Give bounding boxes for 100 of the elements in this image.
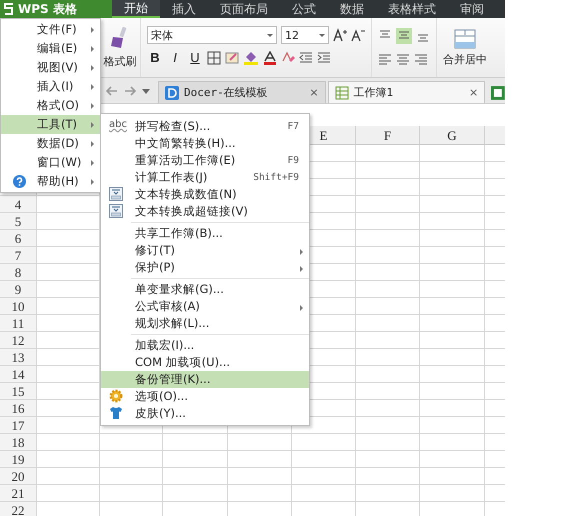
- table-cell: [163, 451, 228, 468]
- cell-style-icon[interactable]: [225, 50, 239, 64]
- document-icon: [109, 187, 123, 201]
- menu-item[interactable]: 公式审核(A): [101, 298, 309, 315]
- table-cell: [420, 400, 485, 417]
- table-cell: [228, 468, 292, 485]
- format-painter-button[interactable]: 格式刷: [100, 18, 140, 77]
- row-header: 17: [0, 417, 37, 434]
- menu-item[interactable]: 选项(O)...: [101, 388, 309, 405]
- ribbon-tab[interactable]: 审阅: [448, 0, 496, 18]
- menu-item[interactable]: 修订(T): [101, 242, 309, 259]
- menu-item[interactable]: 单变量求解(G)...: [101, 281, 309, 298]
- menu-item[interactable]: 视图(V): [1, 58, 100, 77]
- table-cell: [356, 196, 420, 213]
- table-cell: [228, 451, 292, 468]
- dropdown-icon[interactable]: [142, 88, 150, 94]
- align-right-icon[interactable]: [414, 52, 428, 66]
- menu-item[interactable]: 插入(I): [1, 77, 100, 96]
- table-cell: [356, 366, 420, 383]
- merge-center-button[interactable]: 合并居中: [436, 18, 493, 77]
- table-cell: [292, 468, 356, 485]
- menu-item[interactable]: 文本转换成超链接(V): [101, 203, 309, 220]
- menu-item[interactable]: 计算工作表(J) Shift+F9: [101, 169, 309, 186]
- indent-decrease-icon[interactable]: [299, 50, 313, 64]
- font-color-icon[interactable]: [263, 50, 277, 64]
- ribbon-tab[interactable]: 开始: [112, 0, 160, 18]
- submenu-arrow-icon: [91, 65, 94, 71]
- app-menu-button[interactable]: WPS 表格: [0, 0, 112, 18]
- table-cell: [420, 366, 485, 383]
- table-cell: [420, 451, 485, 468]
- menu-item[interactable]: 保护(P): [101, 259, 309, 276]
- align-left-icon[interactable]: [378, 52, 392, 66]
- submenu-arrow-icon: [91, 103, 94, 109]
- table-cell: [420, 298, 485, 315]
- menu-item[interactable]: 加载宏(I)...: [101, 337, 309, 354]
- menu-item[interactable]: 备份管理(K)...: [101, 371, 309, 388]
- align-middle-icon[interactable]: [396, 28, 412, 44]
- table-cell: [420, 247, 485, 264]
- align-center-icon[interactable]: [396, 52, 410, 66]
- table-cell: [356, 281, 420, 298]
- menu-item[interactable]: 文件(F): [1, 20, 100, 39]
- menu-item[interactable]: 重算活动工作簿(E) F9: [101, 152, 309, 169]
- menu-item[interactable]: 窗口(W): [1, 153, 100, 172]
- row-header: 12: [0, 332, 37, 349]
- ribbon-tab[interactable]: 页面布局: [208, 0, 280, 18]
- underline-button[interactable]: U: [187, 50, 203, 65]
- table-cell: [292, 451, 356, 468]
- ribbon-tab[interactable]: 插入: [160, 0, 208, 18]
- table-cell: [420, 485, 485, 502]
- ribbon-tab[interactable]: 公式: [280, 0, 328, 18]
- menu-item[interactable]: 数据(D): [1, 134, 100, 153]
- table-cell: [228, 485, 292, 502]
- table-cell: [100, 485, 163, 502]
- row-header: 21: [0, 485, 37, 502]
- close-icon[interactable]: ×: [309, 86, 319, 99]
- submenu-arrow-icon: [91, 46, 94, 52]
- row-header: 7: [0, 247, 37, 264]
- logo-icon: [4, 3, 14, 15]
- ribbon-tab[interactable]: 表格样式: [376, 0, 448, 18]
- table-cell: [292, 434, 356, 451]
- menu-item[interactable]: 帮助(H): [1, 172, 100, 191]
- table-cell: [420, 315, 485, 332]
- clear-format-icon[interactable]: [281, 50, 295, 64]
- row-header: 6: [0, 230, 37, 247]
- menu-item[interactable]: 格式(O): [1, 96, 100, 115]
- row-header: 4: [0, 196, 37, 213]
- menu-item[interactable]: COM 加载项(U)...: [101, 354, 309, 371]
- spreadsheet-icon[interactable]: [491, 84, 505, 100]
- table-cell: [420, 349, 485, 366]
- menu-item[interactable]: 编辑(E): [1, 39, 100, 58]
- table-cell: [420, 468, 485, 485]
- menu-item[interactable]: 文本转换成数值(N): [101, 186, 309, 203]
- font-size-select[interactable]: 12: [281, 26, 329, 44]
- fill-color-icon[interactable]: [243, 50, 259, 64]
- table-cell: [356, 485, 420, 502]
- row-header: 15: [0, 383, 37, 400]
- menu-item[interactable]: 工具(T): [1, 115, 100, 134]
- menu-item[interactable]: 规划求解(L)...: [101, 315, 309, 332]
- row-header: 19: [0, 451, 37, 468]
- close-icon[interactable]: ×: [469, 86, 478, 99]
- document-tab[interactable]: 工作簿1 ×: [328, 81, 486, 103]
- document-tab[interactable]: Docer-在线模板 ×: [158, 81, 326, 103]
- help-icon: [13, 175, 26, 188]
- menu-item[interactable]: 皮肤(Y)...: [101, 405, 309, 422]
- bold-button[interactable]: B: [147, 50, 163, 65]
- row-header: 10: [0, 298, 37, 315]
- menu-item[interactable]: 共享工作簿(B)...: [101, 225, 309, 242]
- row-header: 20: [0, 468, 37, 485]
- table-cell: [356, 230, 420, 247]
- submenu-arrow-icon: [91, 179, 94, 185]
- row-header: 5: [0, 213, 37, 230]
- italic-button[interactable]: I: [167, 50, 183, 65]
- indent-increase-icon[interactable]: [317, 50, 331, 64]
- ribbon-tab[interactable]: 数据: [328, 0, 376, 18]
- font-select[interactable]: 宋体: [147, 26, 277, 44]
- table-cell: [356, 434, 420, 451]
- borders-icon[interactable]: [207, 50, 221, 64]
- table-cell: [356, 298, 420, 315]
- table-cell: [356, 162, 420, 179]
- merge-cells-icon: [454, 28, 476, 48]
